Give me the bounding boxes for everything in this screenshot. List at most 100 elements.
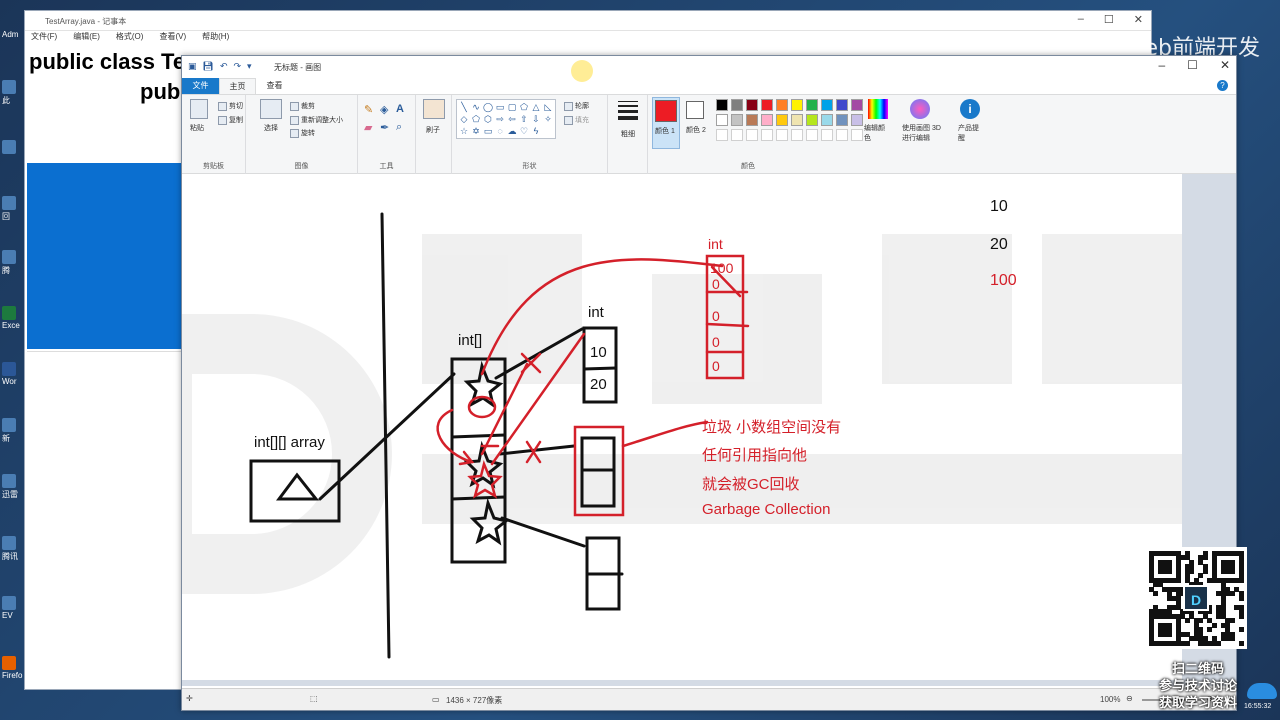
desktop-icon[interactable]: 腾 [2,250,24,276]
color-swatch[interactable] [716,99,728,111]
color-swatch[interactable] [806,114,818,126]
close-icon[interactable]: ✕ [1134,13,1143,26]
paste-icon[interactable] [190,99,208,119]
color-swatch[interactable] [731,114,743,126]
notepad-text-area[interactable] [27,351,181,651]
magnifier-icon[interactable]: ⌕ [396,121,402,134]
right-triangle-shape-icon[interactable]: ◺ [543,102,553,112]
minimize-icon[interactable]: – [1158,58,1165,72]
empty-swatch[interactable] [761,129,773,141]
color2-button[interactable]: 颜色 2 [684,97,710,149]
empty-swatch[interactable] [746,129,758,141]
paint3d-button[interactable]: 使用画图 3D 进行编辑 [902,123,948,143]
menu-format[interactable]: 格式(O) [116,31,144,45]
color-swatch[interactable] [851,99,863,111]
rect-shape-icon[interactable]: ▭ [495,102,505,112]
color-swatch[interactable] [776,114,788,126]
notepad-titlebar[interactable]: TestArray.java - 记事本 – ☐ ✕ [25,11,1151,31]
callout-rect-shape-icon[interactable]: ▭ [483,126,493,136]
resize-button[interactable]: 重新调整大小 [290,115,343,125]
color-swatch[interactable] [746,99,758,111]
color-swatch[interactable] [761,99,773,111]
edit-colors-button[interactable]: 编辑颜色 [864,123,890,143]
round-rect-shape-icon[interactable]: ▢ [507,102,517,112]
color-swatch[interactable] [821,114,833,126]
drawing-canvas[interactable]: 10 20 100 int[][] array int[] int int 10… [182,174,1182,680]
tab-view[interactable]: 查看 [256,78,293,94]
help-icon[interactable]: ? [1217,80,1228,91]
maximize-icon[interactable]: ☐ [1187,58,1198,72]
product-alert-button[interactable]: 产品提醒 [958,123,984,143]
brush-icon[interactable] [423,99,445,119]
desktop-icon[interactable]: 此 [2,80,24,106]
empty-swatch[interactable] [731,129,743,141]
paint-titlebar[interactable]: ▣ 💾︎ ↶ ↷ ▾ 无标题 - 画图 – ☐ ✕ [182,56,1236,78]
color-swatch[interactable] [836,99,848,111]
paint3d-icon[interactable] [910,99,930,119]
crop-button[interactable]: 裁剪 [290,101,315,111]
edit-colors-icon[interactable] [868,99,888,119]
callout-oval-shape-icon[interactable]: ◌ [495,126,505,136]
menu-file[interactable]: 文件(F) [31,31,57,45]
desktop-icon[interactable]: 新 [2,418,24,444]
minimize-icon[interactable]: – [1078,13,1084,26]
color-picker-icon[interactable]: ✒ [380,121,389,134]
menu-help[interactable]: 帮助(H) [202,31,229,45]
fill-button[interactable]: 填充 [564,115,589,125]
oval-shape-icon[interactable]: ◯ [483,102,493,112]
arrow-down-shape-icon[interactable]: ⇩ [531,114,541,124]
star5-shape-icon[interactable]: ☆ [459,126,469,136]
arrow-left-shape-icon[interactable]: ⇦ [507,114,517,124]
triangle-shape-icon[interactable]: △ [531,102,541,112]
heart-shape-icon[interactable]: ♡ [519,126,529,136]
text-icon[interactable]: A [396,103,404,115]
shape-gallery[interactable]: ╲ ∿ ◯ ▭ ▢ ⬠ △ ◺ ◇ ⬠ ⬡ ⇨ ⇦ ⇧ ⇩ ✧ ☆ ✡ ▭ ◌ ☁ ♡ ϟ [456,99,556,139]
color-swatch[interactable] [761,114,773,126]
paint-window[interactable]: ▣ 💾︎ ↶ ↷ ▾ 无标题 - 画图 – ☐ ✕ 文件 主页 查看 ? 粘贴 [181,55,1237,711]
select-button[interactable]: 选择 [264,123,278,133]
arrow-right-shape-icon[interactable]: ⇨ [495,114,505,124]
color-swatch[interactable] [731,99,743,111]
tab-home[interactable]: 主页 [219,78,256,94]
empty-swatch[interactable] [836,129,848,141]
brushes-button[interactable]: 刷子 [426,125,440,135]
desktop-icon[interactable]: Adm [2,30,24,39]
customize-qat-icon[interactable]: ▾ [247,61,252,72]
polygon-shape-icon[interactable]: ⬠ [519,102,529,112]
empty-swatch[interactable] [806,129,818,141]
color-swatch[interactable] [776,99,788,111]
pencil-icon[interactable]: ✎ [364,103,373,116]
copy-button[interactable]: 复制 [218,115,243,125]
outline-button[interactable]: 轮廓 [564,101,589,111]
empty-swatch[interactable] [776,129,788,141]
color-swatch[interactable] [791,114,803,126]
eraser-icon[interactable]: ▰ [364,121,372,134]
empty-swatch[interactable] [821,129,833,141]
color-swatch[interactable] [836,114,848,126]
maximize-icon[interactable]: ☐ [1104,13,1114,26]
desktop-icon[interactable]: 回 [2,196,24,222]
color-swatch[interactable] [851,114,863,126]
hexagon-shape-icon[interactable]: ⬡ [483,114,493,124]
desktop-icon[interactable]: Firefo [2,656,24,680]
color-swatch[interactable] [806,99,818,111]
rotate-button[interactable]: 旋转 [290,128,315,138]
curve-shape-icon[interactable]: ∿ [471,102,481,112]
menu-view[interactable]: 查看(V) [159,31,186,45]
desktop-icon[interactable]: 腾讯 [2,536,24,562]
desktop-icon[interactable]: Wor [2,362,24,386]
desktop-icon[interactable] [2,140,24,155]
desktop-icon[interactable]: 迅雷 [2,474,24,500]
size-lines-icon[interactable] [618,101,638,120]
callout-cloud-shape-icon[interactable]: ☁ [507,126,517,136]
desktop-icon[interactable]: EV [2,596,24,620]
menu-edit[interactable]: 编辑(E) [73,31,100,45]
undo-icon[interactable]: ↶ [220,61,228,72]
color-swatch[interactable] [791,99,803,111]
size-button[interactable]: 粗细 [621,129,635,139]
empty-swatch[interactable] [791,129,803,141]
color-swatch[interactable] [821,99,833,111]
tab-file[interactable]: 文件 [182,78,219,94]
star6-shape-icon[interactable]: ✡ [471,126,481,136]
close-icon[interactable]: ✕ [1220,58,1230,72]
